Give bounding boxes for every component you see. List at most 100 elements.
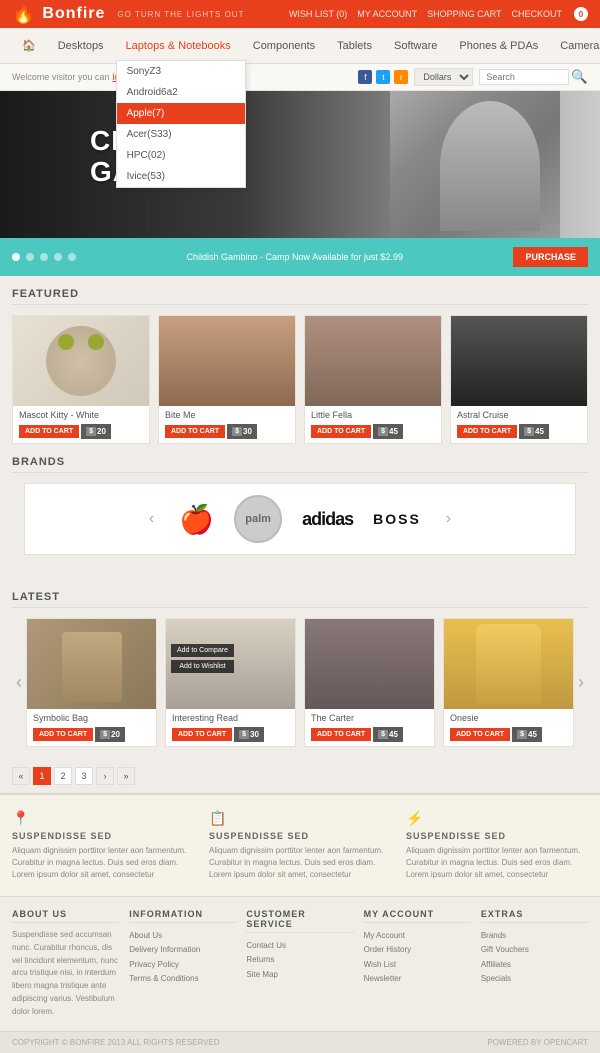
hero-dot-5[interactable] <box>68 253 76 261</box>
page-first[interactable]: « <box>12 767 30 785</box>
add-to-cart-biteme[interactable]: ADD TO CART <box>165 425 225 438</box>
nav-desktops[interactable]: Desktops <box>48 32 114 60</box>
footer-link-affiliates[interactable]: Affiliates <box>481 958 588 972</box>
nav-home[interactable]: 🏠 <box>12 31 46 60</box>
footer-link-wishlist[interactable]: Wish List <box>364 958 471 972</box>
account-link[interactable]: MY ACCOUNT <box>357 9 417 19</box>
nav-cameras[interactable]: Cameras <box>550 32 600 60</box>
rss-icon[interactable]: r <box>394 70 408 84</box>
footer-links-grid: ABOUT US Suspendisse sed accumsan nunc. … <box>12 909 588 1019</box>
product-card-onesie: Onesie ADD TO CART $ 45 <box>443 618 574 747</box>
latest-next[interactable]: › <box>574 672 588 693</box>
search-input[interactable] <box>479 69 569 85</box>
laptops-dropdown: SonyZ3 Android6a2 Apple(7) Acer(S33) HPC… <box>116 60 246 188</box>
add-to-wishlist-button[interactable]: Add to Wishlist <box>171 660 234 673</box>
product-name-littlefella: Little Fella <box>311 410 435 420</box>
product-img-kitty <box>13 316 149 406</box>
footer-link-orderhistory[interactable]: Order History <box>364 943 471 957</box>
copyright-text: COPYRIGHT © BONFIRE 2013 ALL RIGHTS RESE… <box>12 1038 220 1047</box>
brands-prev[interactable]: ‹ <box>144 510 159 528</box>
footer-link-giftvouchers[interactable]: Gift Vouchers <box>481 943 588 957</box>
site-logo[interactable]: Bonfire <box>42 5 105 23</box>
footer-link-newsletter[interactable]: Newsletter <box>364 972 471 986</box>
footer-info-text-1: Aliquam dignissim porttitor lenter aon f… <box>12 845 194 881</box>
add-to-cart-book[interactable]: ADD TO CART <box>172 728 232 741</box>
add-to-cart-kitty[interactable]: ADD TO CART <box>19 425 79 438</box>
search-button[interactable]: 🔍 <box>571 69 588 85</box>
footer-link-myaccount[interactable]: My Account <box>364 929 471 943</box>
footer-link-brands[interactable]: Brands <box>481 929 588 943</box>
product-card-biteme: Bite Me ADD TO CART $ 30 <box>158 315 296 444</box>
product-img-astral <box>451 316 587 406</box>
add-to-cart-bag[interactable]: ADD TO CART <box>33 728 93 741</box>
brand-adidas[interactable]: adidas <box>302 499 353 539</box>
nav-laptops[interactable]: Laptops & Notebooks SonyZ3 Android6a2 Ap… <box>116 32 241 60</box>
nav-tablets[interactable]: Tablets <box>327 32 382 60</box>
hero-dot-1[interactable] <box>12 253 20 261</box>
footer-link-delivery[interactable]: Delivery Information <box>129 943 236 957</box>
add-to-cart-carter[interactable]: ADD TO CART <box>311 728 371 741</box>
product-actions-littlefella: ADD TO CART $ 45 <box>311 424 435 439</box>
footer-link-contact[interactable]: Contact Us <box>246 939 353 953</box>
hero-dot-4[interactable] <box>54 253 62 261</box>
facebook-icon[interactable]: f <box>358 70 372 84</box>
latest-prev[interactable]: ‹ <box>12 672 26 693</box>
nav-phones[interactable]: Phones & PDAs <box>449 32 548 60</box>
footer-link-terms[interactable]: Terms & Conditions <box>129 972 236 986</box>
currency-select[interactable]: Dollars Euros <box>414 68 473 86</box>
product-actions-bag: ADD TO CART $ 20 <box>33 727 150 742</box>
product-card-astral: Astral Cruise ADD TO CART $ 45 <box>450 315 588 444</box>
brand-palm[interactable]: palm <box>234 499 282 539</box>
brand-boss[interactable]: BOSS <box>373 499 421 539</box>
nav-components[interactable]: Components <box>243 32 325 60</box>
purchase-button[interactable]: PURCHASE <box>513 247 588 267</box>
product-info-bag: Symbolic Bag ADD TO CART $ 20 <box>27 709 156 746</box>
dropdown-item-acer[interactable]: Acer(S33) <box>117 124 245 145</box>
checkout-link[interactable]: CHECKOUT <box>511 9 562 19</box>
footer-link-about[interactable]: About Us <box>129 929 236 943</box>
wishlist-link[interactable]: WISH LIST (0) <box>289 9 347 19</box>
welcome-bar: Welcome visitor you can login or create … <box>0 64 600 91</box>
footer-link-specials[interactable]: Specials <box>481 972 588 986</box>
page-2[interactable]: 2 <box>54 767 72 785</box>
brands-next[interactable]: › <box>441 510 456 528</box>
footer-link-sitemap[interactable]: Site Map <box>246 968 353 982</box>
hero-dots <box>12 253 76 261</box>
brand-apple[interactable]: 🍎 <box>179 499 214 539</box>
footer-col-account: MY ACCOUNT My Account Order History Wish… <box>364 909 471 1019</box>
dropdown-item-ivice[interactable]: Ivice(53) <box>117 166 245 187</box>
cart-count: 0 <box>574 7 588 21</box>
product-overlay-book: Add to Compare Add to Wishlist <box>171 644 234 673</box>
dropdown-item-android[interactable]: Android6a2 <box>117 82 245 103</box>
nav-software[interactable]: Software <box>384 32 447 60</box>
product-img-onesie <box>444 619 573 709</box>
page-next[interactable]: › <box>96 767 114 785</box>
product-actions-onesie: ADD TO CART $ 45 <box>450 727 567 742</box>
page-last[interactable]: » <box>117 767 135 785</box>
page-3[interactable]: 3 <box>75 767 93 785</box>
product-name-bag: Symbolic Bag <box>33 713 150 723</box>
hero-dot-3[interactable] <box>40 253 48 261</box>
nav-laptops-label: Laptops & Notebooks <box>126 40 231 52</box>
add-to-cart-littlefella[interactable]: ADD TO CART <box>311 425 371 438</box>
hero-dot-2[interactable] <box>26 253 34 261</box>
brands-section-wrapper: BRANDS ‹ 🍎 palm adidas BOSS › <box>0 456 600 579</box>
product-info-littlefella: Little Fella ADD TO CART $ 45 <box>305 406 441 443</box>
add-to-compare-button[interactable]: Add to Compare <box>171 644 234 657</box>
apple-logo-icon: 🍎 <box>179 503 214 536</box>
product-info-onesie: Onesie ADD TO CART $ 45 <box>444 709 573 746</box>
add-to-cart-astral[interactable]: ADD TO CART <box>457 425 517 438</box>
dropdown-item-apple[interactable]: Apple(7) <box>117 103 245 124</box>
footer-col-title-info: INFORMATION <box>129 909 236 923</box>
cart-link[interactable]: SHOPPING CART <box>427 9 501 19</box>
price-carter: $ 45 <box>373 727 403 742</box>
footer-col-info: INFORMATION About Us Delivery Informatio… <box>129 909 236 1019</box>
page-1[interactable]: 1 <box>33 767 51 785</box>
product-img-carter <box>305 619 434 709</box>
add-to-cart-onesie[interactable]: ADD TO CART <box>450 728 510 741</box>
dropdown-item-hpc[interactable]: HPC(02) <box>117 145 245 166</box>
footer-link-privacy[interactable]: Privacy Policy <box>129 958 236 972</box>
twitter-icon[interactable]: t <box>376 70 390 84</box>
dropdown-item-sony[interactable]: SonyZ3 <box>117 61 245 82</box>
footer-link-returns[interactable]: Returns <box>246 953 353 967</box>
